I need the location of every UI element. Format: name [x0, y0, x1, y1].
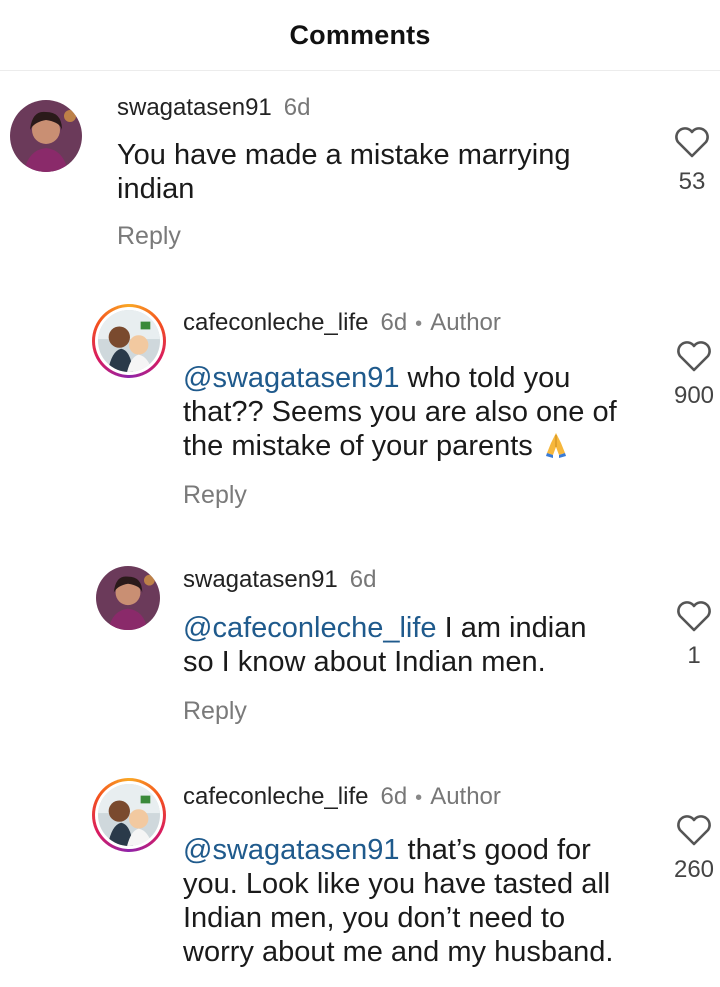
timestamp: 6d [380, 783, 408, 810]
username[interactable]: cafeconleche_life [183, 309, 368, 337]
folded-hands-icon [545, 433, 566, 458]
like-control: 260 [664, 814, 720, 884]
heart-icon[interactable] [676, 814, 712, 846]
timestamp: 6d [380, 309, 408, 336]
author-badge: Author [430, 309, 501, 336]
reply-button[interactable]: Reply [183, 697, 247, 726]
comments-header: Comments [0, 0, 720, 71]
username[interactable]: swagatasen91 [183, 566, 338, 594]
avatar[interactable] [92, 304, 166, 378]
comment-text: You have made a mistake marrying indian [117, 138, 571, 206]
mention-link[interactable]: @swagatasen91 [183, 834, 399, 866]
like-count: 900 [673, 382, 715, 409]
page-title: Comments [289, 19, 431, 50]
comment-line: @cafeconleche_life I am indian [183, 611, 586, 645]
comment-line: you. Look like you have tasted all [183, 868, 611, 900]
username[interactable]: swagatasen91 [117, 94, 272, 122]
username[interactable]: cafeconleche_life [183, 783, 368, 811]
comment-line: so I know about Indian men. [183, 646, 546, 678]
comment-meta: cafeconleche_life 6d • Author [183, 309, 501, 337]
heart-icon[interactable] [676, 340, 712, 372]
comment-line-text: that’s good for [399, 834, 591, 866]
comment-text: @cafeconleche_life I am indian so I know… [183, 611, 586, 679]
author-badge: Author [430, 783, 501, 810]
like-count: 53 [678, 168, 706, 195]
like-count: 260 [673, 856, 715, 883]
separator-dot: • [415, 313, 423, 335]
timestamp: 6d [349, 566, 377, 593]
avatar[interactable] [10, 100, 82, 172]
comment-line: @swagatasen91 that’s good for [183, 833, 613, 867]
comment-text: @swagatasen91 who told you that?? Seems … [183, 361, 617, 463]
like-control: 900 [664, 340, 720, 410]
like-control: 1 [664, 600, 720, 670]
reply-button[interactable]: Reply [183, 481, 247, 510]
comment-text: @swagatasen91 that’s good for you. Look … [183, 833, 613, 969]
avatar-photo [98, 784, 160, 846]
comment-line-text: who told you [399, 362, 571, 394]
like-count: 1 [687, 642, 701, 669]
avatar-photo [98, 310, 160, 372]
avatar-photo [96, 566, 160, 630]
separator-dot: • [415, 787, 423, 809]
avatar-photo [10, 100, 82, 172]
comment-line: indian [117, 173, 195, 205]
comment-meta: swagatasen91 6d [183, 566, 376, 594]
timestamp: 6d [283, 94, 311, 121]
heart-icon[interactable] [674, 126, 710, 158]
comment-line: worry about me and my husband. [183, 936, 614, 968]
like-control: 53 [662, 126, 720, 196]
heart-icon[interactable] [676, 600, 712, 632]
comment-line: @swagatasen91 who told you [183, 361, 617, 395]
comment-line: Indian men, you don’t need to [183, 902, 566, 934]
comment-meta: swagatasen91 6d [117, 94, 310, 122]
comment-line: that?? Seems you are also one of [183, 396, 617, 428]
avatar[interactable] [96, 566, 160, 630]
reply-button[interactable]: Reply [117, 222, 181, 251]
comment-meta: cafeconleche_life 6d • Author [183, 783, 501, 811]
avatar[interactable] [92, 778, 166, 852]
mention-link[interactable]: @cafeconleche_life [183, 612, 437, 644]
comment-line: You have made a mistake marrying [117, 139, 571, 171]
comment-line-text: I am indian [436, 612, 587, 644]
comment-line-text: the mistake of your parents [183, 430, 533, 462]
comment-line: the mistake of your parents [183, 429, 617, 463]
mention-link[interactable]: @swagatasen91 [183, 362, 399, 394]
